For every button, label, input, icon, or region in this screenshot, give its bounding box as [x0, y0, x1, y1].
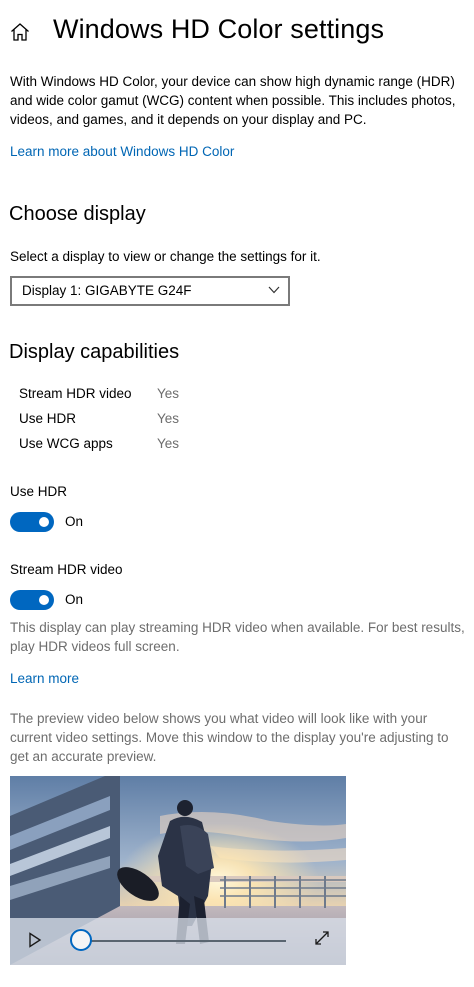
seek-thumb[interactable] — [70, 929, 92, 951]
use-hdr-state: On — [65, 514, 84, 529]
capability-value: Yes — [157, 411, 180, 426]
header: Windows HD Color settings — [0, 10, 474, 54]
display-select-label: Select a display to view or change the s… — [10, 249, 321, 264]
seek-bar[interactable] — [82, 940, 286, 942]
capability-name: Use WCG apps — [19, 436, 113, 451]
page-title: Windows HD Color settings — [53, 14, 385, 44]
toggle-knob — [39, 595, 49, 605]
stream-hdr-label: Stream HDR video — [10, 562, 123, 577]
use-hdr-toggle[interactable] — [10, 512, 54, 532]
preview-description: The preview video below shows you what v… — [10, 711, 449, 764]
use-hdr-label: Use HDR — [10, 484, 68, 499]
hd-color-settings-page: Windows HD Color settings With Windows H… — [0, 0, 474, 987]
learn-more-link[interactable]: Learn more — [10, 671, 79, 686]
play-icon[interactable] — [28, 932, 42, 948]
choose-display-heading: Choose display — [9, 203, 146, 225]
chevron-down-icon — [268, 286, 280, 294]
stream-hdr-toggle[interactable] — [10, 590, 54, 610]
fullscreen-icon[interactable] — [314, 930, 330, 946]
preview-video[interactable] — [10, 776, 346, 965]
stream-hdr-description: This display can play streaming HDR vide… — [10, 620, 465, 654]
capability-name: Stream HDR video — [19, 386, 132, 401]
stream-hdr-state: On — [65, 592, 84, 607]
capability-value: Yes — [157, 436, 180, 451]
intro-text: With Windows HD Color, your device can s… — [10, 74, 456, 127]
toggle-knob — [39, 517, 49, 527]
home-button[interactable] — [8, 20, 32, 44]
capability-name: Use HDR — [19, 411, 77, 426]
capability-value: Yes — [157, 386, 180, 401]
display-select[interactable]: Display 1: GIGABYTE G24F — [10, 276, 290, 306]
display-capabilities-heading: Display capabilities — [9, 341, 180, 363]
display-select-value: Display 1: GIGABYTE G24F — [22, 283, 192, 298]
home-icon — [11, 23, 29, 41]
learn-more-hd-color-link[interactable]: Learn more about Windows HD Color — [10, 144, 234, 159]
video-controls — [10, 918, 346, 965]
